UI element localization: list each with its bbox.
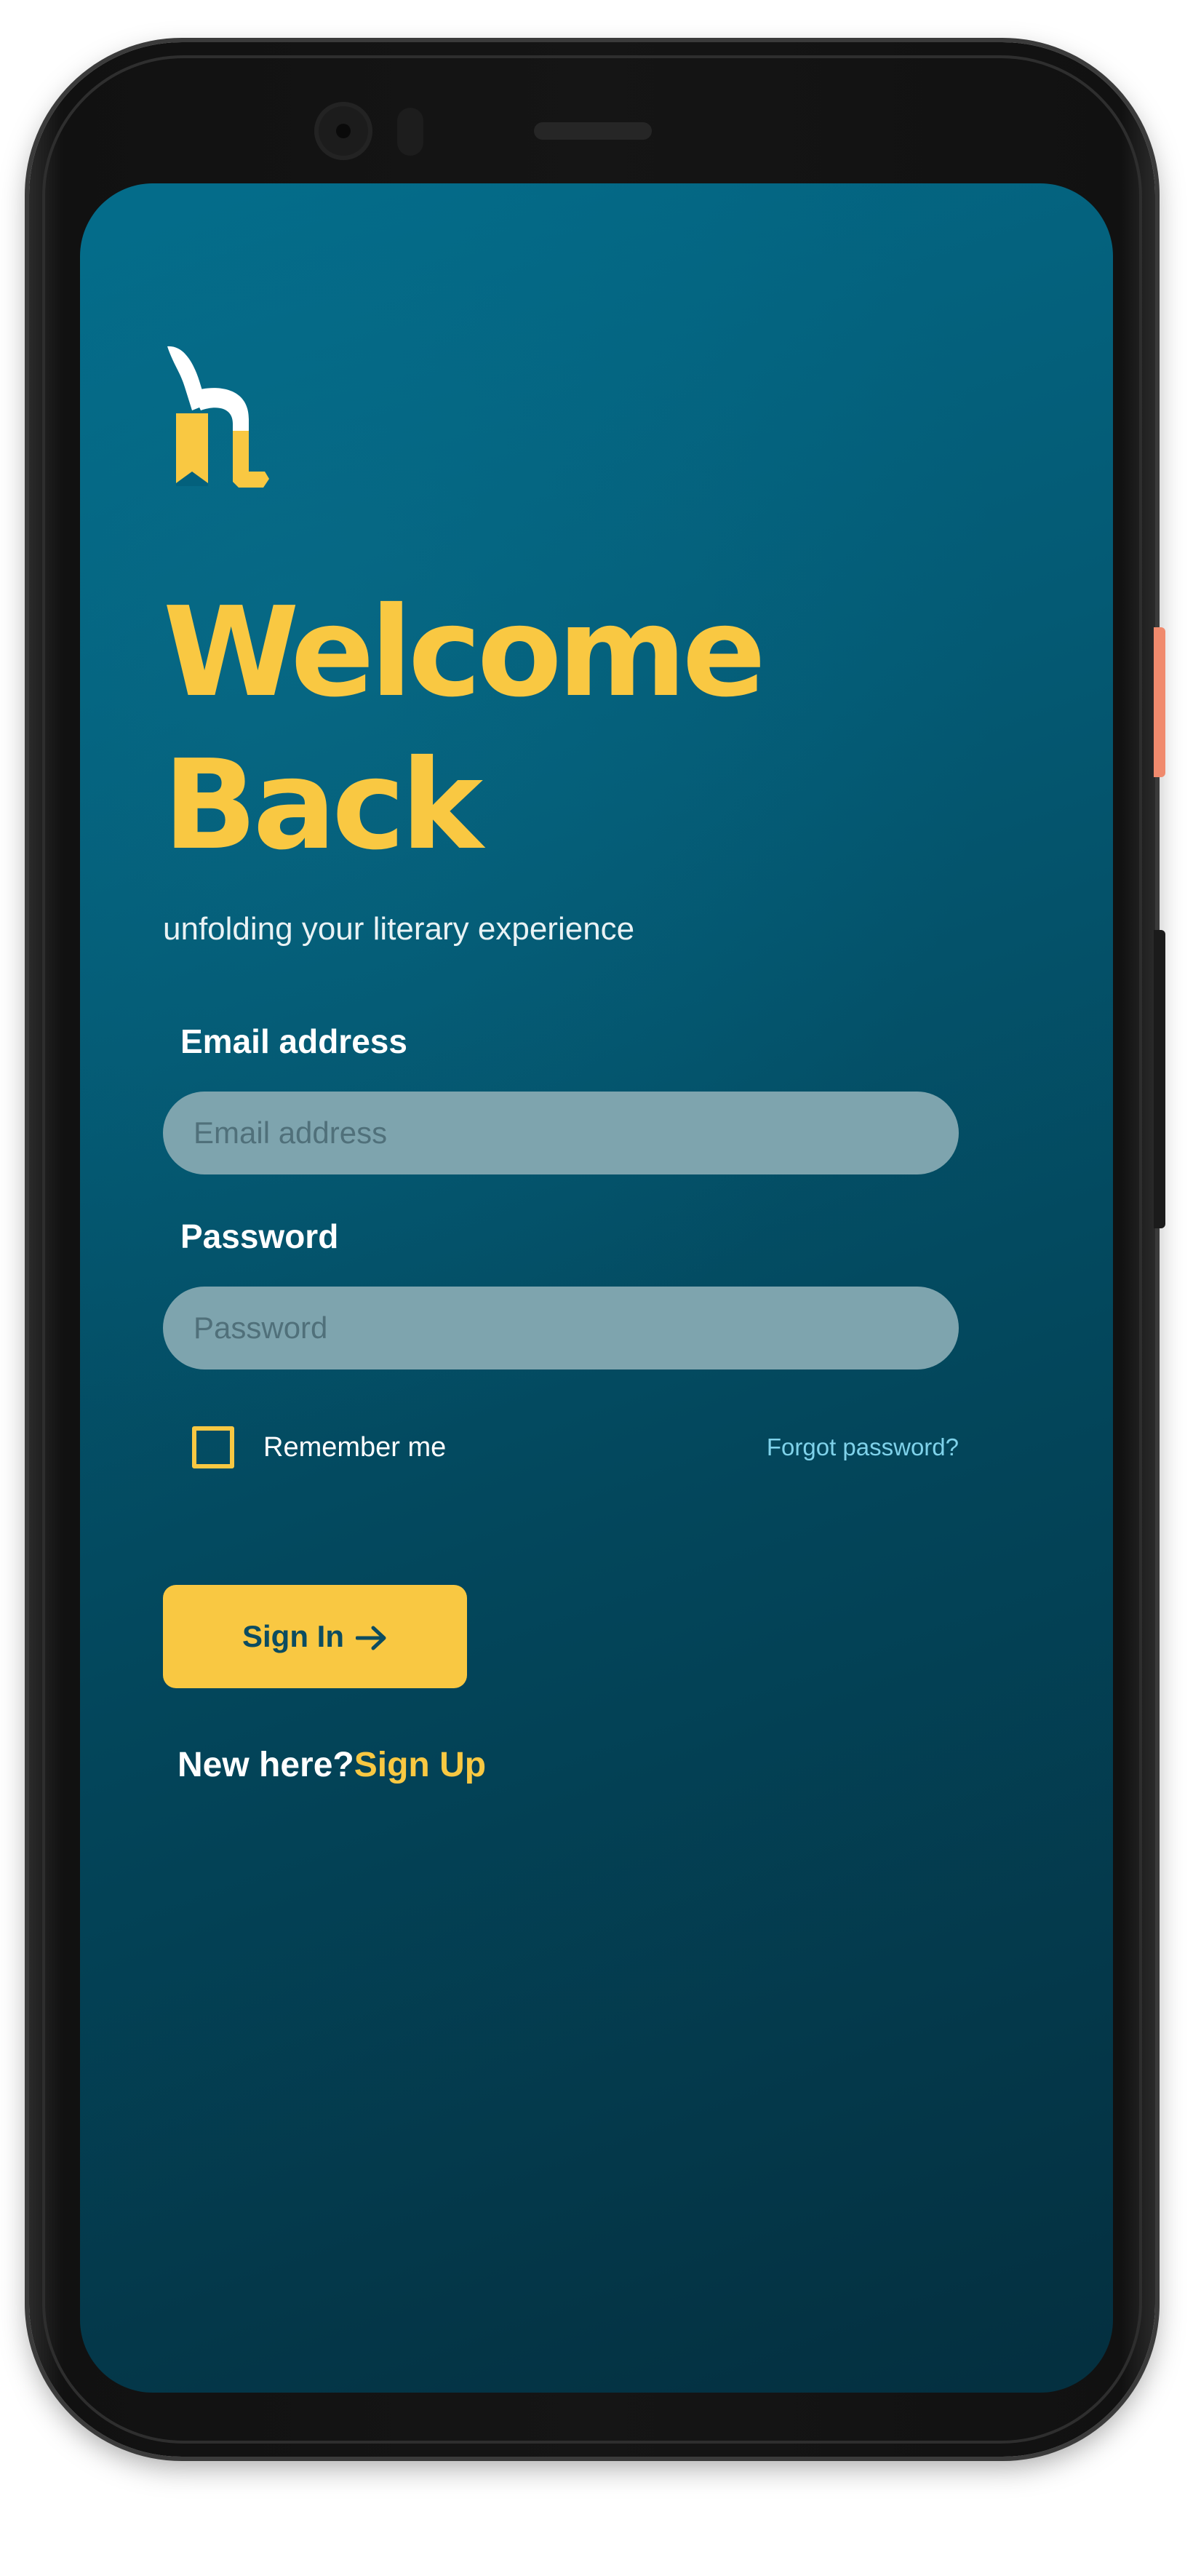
email-field[interactable]	[163, 1092, 959, 1174]
earpiece-speaker	[534, 122, 652, 140]
volume-button	[1154, 930, 1165, 1228]
page-title: Welcome Back	[163, 576, 766, 882]
sign-in-button[interactable]: Sign In	[163, 1585, 467, 1688]
tagline: unfolding your literary experience	[163, 911, 635, 947]
power-button	[1154, 627, 1165, 777]
arrow-right-icon	[355, 1623, 388, 1650]
email-label: Email address	[180, 1022, 407, 1060]
sign-up-link[interactable]: Sign Up	[354, 1746, 486, 1784]
login-screen: Welcome Back unfolding your literary exp…	[80, 183, 1113, 2393]
front-camera	[314, 102, 372, 160]
forgot-password-link[interactable]: Forgot password?	[767, 1434, 959, 1461]
new-here-text: New here?	[177, 1746, 354, 1784]
title-line-1: Welcome	[163, 581, 766, 725]
password-label: Password	[180, 1217, 339, 1255]
title-line-2: Back	[163, 734, 483, 878]
remember-me-checkbox[interactable]	[192, 1426, 234, 1468]
signup-prompt: New here?Sign Up	[177, 1745, 486, 1785]
book-h-logo-icon	[163, 343, 272, 489]
remember-me-toggle[interactable]: Remember me	[192, 1426, 446, 1468]
password-field[interactable]	[163, 1287, 959, 1370]
sign-in-label: Sign In	[242, 1619, 344, 1653]
proximity-sensor	[397, 108, 423, 156]
remember-me-label: Remember me	[263, 1431, 447, 1463]
